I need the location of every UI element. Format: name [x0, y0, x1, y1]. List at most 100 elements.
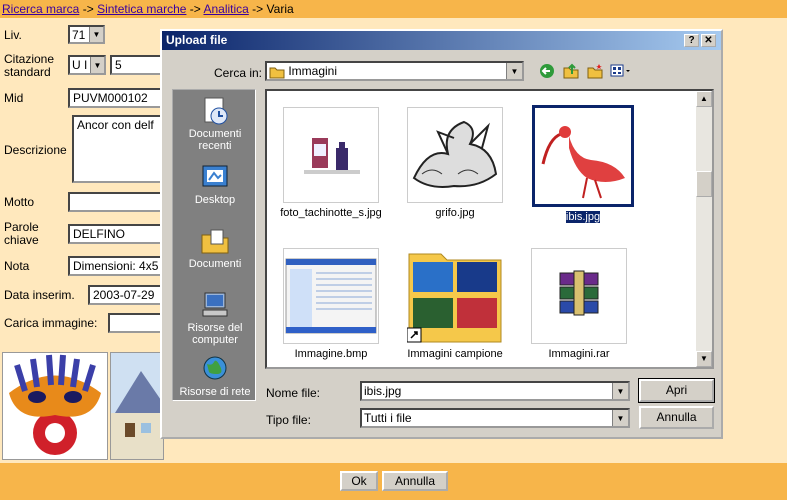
scroll-down-icon[interactable]: ▼ — [696, 351, 712, 367]
place-desktop[interactable]: Desktop — [173, 162, 257, 206]
help-button[interactable]: ? — [684, 34, 699, 47]
tipo-file-label: Tipo file: — [266, 413, 311, 427]
network-globe-icon — [203, 356, 227, 380]
folder-icon — [407, 253, 502, 343]
liv-select[interactable]: 71 ▼ — [68, 25, 105, 44]
breadcrumb-separator: -> — [252, 2, 264, 16]
image-preview-screenshot — [285, 258, 377, 334]
file-item[interactable]: Immagine.bmp — [271, 248, 391, 361]
image-preview-bottles — [304, 138, 360, 174]
file-thumbnail — [407, 107, 503, 203]
data-inserimento-input[interactable]: 2003-07-29 — [88, 285, 162, 305]
nome-file-combobox[interactable]: ibis.jpg ▼ — [360, 381, 630, 401]
file-item[interactable]: foto_tachinotte_s.jpg — [271, 107, 391, 220]
rar-archive-icon — [559, 270, 599, 316]
dialog-annulla-button[interactable]: Annulla — [639, 406, 714, 429]
annulla-button[interactable]: Annulla — [382, 471, 448, 491]
cerca-in-select[interactable]: Immagini ▼ — [265, 61, 524, 81]
cerca-in-value: Immagini — [288, 64, 338, 78]
folder-thumbnail — [407, 248, 503, 344]
data-inserimento-label: Data inserim. — [4, 288, 75, 302]
file-name: Immagine.bmp — [294, 348, 368, 360]
parole-chiave-label: Parole chiave — [4, 220, 39, 247]
file-thumbnail — [283, 107, 379, 203]
house-image — [111, 371, 163, 459]
place-documenti-recenti[interactable]: Documenti recenti — [173, 96, 257, 152]
place-label: Documenti — [188, 258, 242, 270]
file-name: foto_tachinotte_s.jpg — [280, 207, 382, 219]
apri-button[interactable]: Apri — [638, 378, 715, 403]
breadcrumb-current: Varia — [266, 2, 294, 16]
file-thumbnail — [283, 248, 379, 344]
up-folder-icon[interactable] — [563, 63, 579, 79]
citazione-label: Citazione standard — [4, 52, 55, 79]
parole-chiave-input[interactable]: DELFINO — [68, 224, 162, 244]
citazione-input[interactable]: 5 — [110, 55, 162, 75]
file-thumbnail — [532, 105, 634, 207]
vertical-scrollbar[interactable]: ▲ ▼ — [696, 91, 712, 367]
mask-image — [9, 354, 101, 455]
view-menu-icon[interactable] — [610, 63, 632, 79]
nome-file-label: Nome file: — [266, 386, 321, 400]
breadcrumb-link-analitica[interactable]: Analitica — [203, 2, 248, 16]
scroll-up-icon[interactable]: ▲ — [696, 91, 712, 107]
motto-label: Motto — [4, 195, 35, 209]
descrizione-label: Descrizione — [4, 143, 67, 157]
recent-documents-icon — [204, 97, 228, 125]
nota-label: Nota — [4, 259, 30, 273]
places-bar: Documenti recenti Desktop Documenti Riso… — [172, 89, 256, 401]
chevron-down-icon: ▼ — [90, 57, 104, 73]
breadcrumb-link-ricerca-marca[interactable]: Ricerca marca — [2, 2, 79, 16]
place-label: Risorse del computer — [187, 322, 243, 346]
place-label: Risorse di rete — [179, 386, 251, 398]
house-thumbnail[interactable] — [110, 352, 164, 460]
nome-file-value: ibis.jpg — [364, 384, 402, 398]
scrollbar-thumb[interactable] — [696, 171, 712, 197]
place-documenti[interactable]: Documenti — [173, 226, 257, 270]
back-icon[interactable] — [539, 63, 555, 79]
file-name: grifo.jpg — [435, 207, 475, 219]
motto-input[interactable] — [68, 192, 162, 212]
place-label: Documenti recenti — [188, 128, 242, 152]
chevron-down-icon: ▼ — [612, 383, 628, 399]
citazione-select-value: U I — [72, 58, 88, 72]
documents-folder-icon — [201, 229, 229, 254]
file-name: ibis.jpg — [564, 210, 602, 224]
folder-icon — [269, 67, 285, 79]
breadcrumb: Ricerca marca -> Sintetica marche -> Ana… — [0, 0, 787, 18]
mask-thumbnail[interactable] — [2, 352, 108, 460]
mid-input[interactable]: PUVM000102 — [68, 88, 162, 108]
chevron-down-icon: ▼ — [506, 63, 522, 79]
file-item-selected[interactable]: ibis.jpg — [523, 105, 643, 224]
upload-file-dialog: Upload file ? ✕ Cerca in: Immagini ▼ Doc… — [160, 29, 723, 439]
liv-value: 71 — [72, 28, 86, 42]
new-folder-icon[interactable] — [587, 63, 603, 79]
place-risorse-di-rete[interactable]: Risorse di rete — [173, 354, 257, 398]
tipo-file-select[interactable]: Tutti i file ▼ — [360, 408, 630, 428]
breadcrumb-separator: -> — [82, 2, 94, 16]
desktop-icon — [202, 165, 228, 187]
computer-icon — [202, 292, 228, 317]
carica-immagine-input[interactable] — [108, 313, 162, 333]
close-button[interactable]: ✕ — [701, 34, 716, 47]
place-risorse-del-computer[interactable]: Risorse del computer — [173, 290, 257, 346]
breadcrumb-separator: -> — [189, 2, 201, 16]
nota-input[interactable]: Dimensioni: 4x5 — [68, 256, 162, 276]
ok-button[interactable]: Ok — [340, 471, 378, 491]
dialog-title: Upload file — [166, 33, 228, 47]
image-preview-griffin — [412, 120, 498, 188]
breadcrumb-link-sintetica-marche[interactable]: Sintetica marche — [97, 2, 186, 16]
file-name: Immagini campione — [407, 348, 503, 360]
file-thumbnail — [531, 248, 627, 344]
carica-immagine-label: Carica immagine: — [4, 316, 98, 330]
file-item[interactable]: Immagini campione — [395, 248, 515, 361]
chevron-down-icon: ▼ — [612, 410, 628, 426]
dialog-titlebar[interactable]: Upload file ? ✕ — [162, 31, 721, 50]
place-label: Desktop — [194, 194, 236, 206]
mid-label: Mid — [4, 91, 24, 105]
descrizione-textarea[interactable]: Ancor con delf — [72, 115, 162, 183]
file-list: foto_tachinotte_s.jpg grifo.jpg ibis.jpg… — [265, 89, 714, 369]
file-item[interactable]: grifo.jpg — [395, 107, 515, 220]
file-item[interactable]: Immagini.rar — [519, 248, 639, 361]
citazione-select[interactable]: U I ▼ — [68, 55, 106, 75]
